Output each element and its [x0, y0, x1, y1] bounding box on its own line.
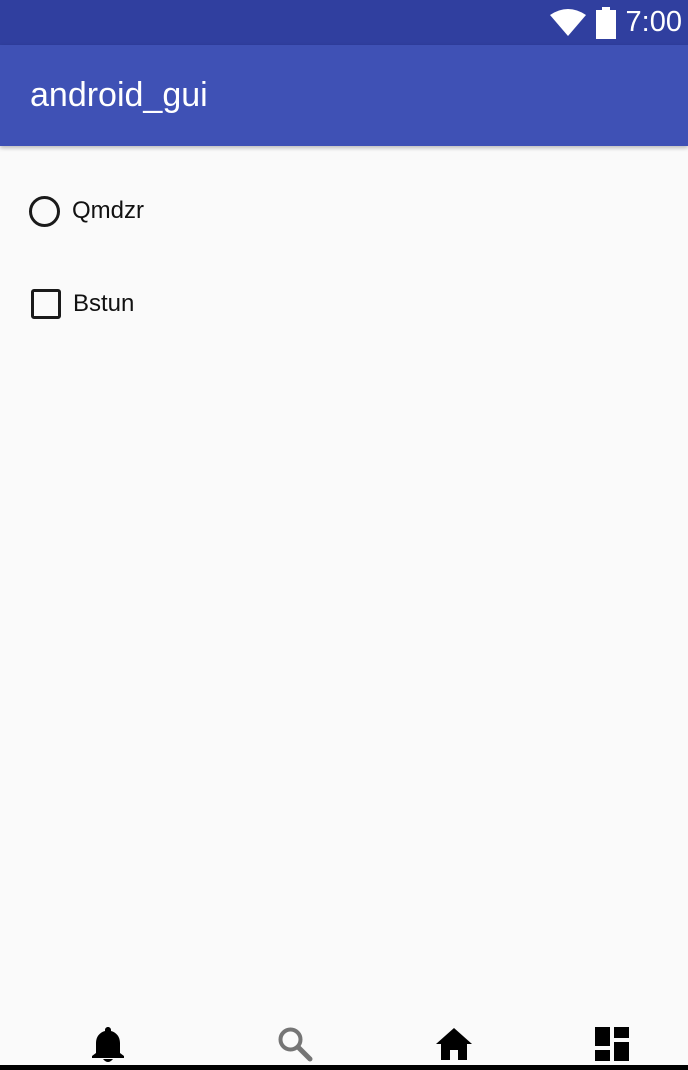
app-bar: android_gui: [0, 45, 688, 146]
bell-icon[interactable]: [88, 1024, 128, 1064]
home-icon[interactable]: [434, 1024, 474, 1064]
status-bar: 7:00: [0, 0, 688, 45]
radio-label: Qmdzr: [72, 197, 144, 224]
status-time: 7:00: [625, 6, 682, 38]
wifi-icon: [549, 8, 586, 37]
radio-option-qmdzr[interactable]: Qmdzr: [28, 192, 144, 230]
app-title: android_gui: [30, 76, 208, 114]
search-icon[interactable]: [275, 1024, 315, 1064]
dashboard-icon[interactable]: [592, 1024, 632, 1064]
bottom-navigation: [0, 1010, 688, 1065]
bottom-divider: [0, 1065, 688, 1070]
radio-button[interactable]: [29, 195, 60, 227]
battery-icon: [595, 6, 616, 39]
checkbox[interactable]: [31, 289, 61, 319]
status-icons: 7:00: [549, 0, 682, 45]
checkbox-option-bstun[interactable]: Bstun: [28, 285, 134, 323]
checkbox-label: Bstun: [73, 290, 135, 317]
